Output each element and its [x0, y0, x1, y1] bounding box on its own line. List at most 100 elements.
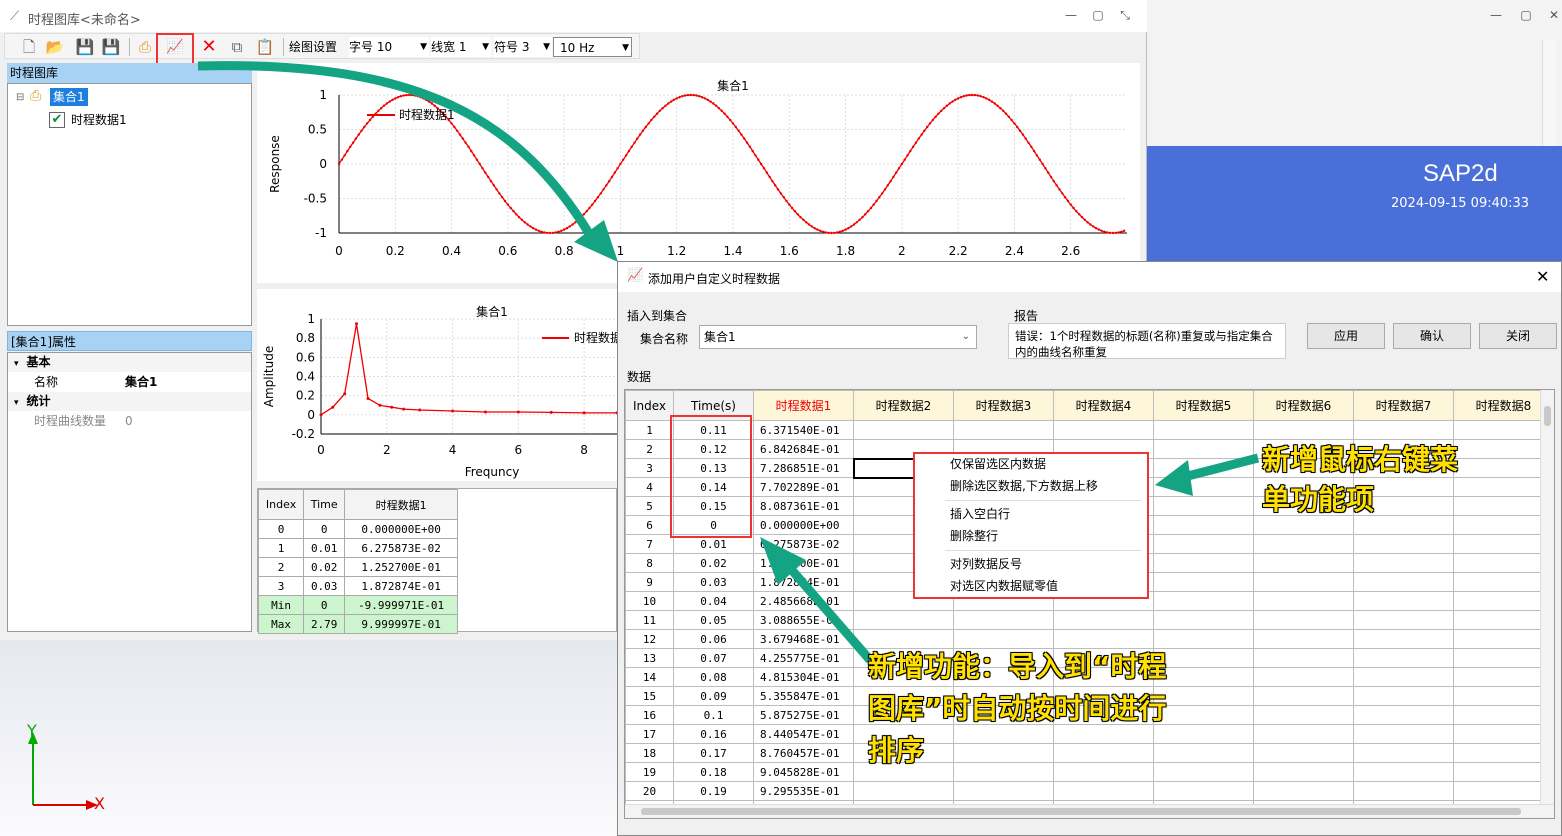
cell[interactable]: 7.286851E-01 — [753, 458, 854, 478]
cell[interactable]: 17 — [625, 724, 674, 744]
cell[interactable] — [1353, 781, 1454, 801]
cell[interactable]: 0.1 — [673, 705, 754, 725]
cell[interactable]: 0.16 — [673, 724, 754, 744]
cell[interactable]: 0.17 — [673, 743, 754, 763]
cell[interactable]: 0.04 — [673, 591, 754, 611]
tree-item-series[interactable]: 时程数据1 — [71, 111, 127, 128]
cell[interactable]: 5.875275E-01 — [753, 705, 854, 725]
cell[interactable]: 8.087361E-01 — [753, 496, 854, 516]
cell[interactable]: 6 — [625, 515, 674, 535]
cell[interactable] — [1453, 667, 1554, 687]
cell[interactable] — [1253, 629, 1354, 649]
cell[interactable] — [1253, 610, 1354, 630]
table-row[interactable]: 0 0 0.000000E+00 — [257, 519, 458, 539]
cell[interactable] — [1453, 477, 1554, 497]
cell[interactable] — [1453, 572, 1554, 592]
column-header[interactable]: 时程数据1 — [753, 390, 854, 421]
checkbox-checked-icon[interactable]: ✔ — [49, 112, 65, 128]
cell[interactable]: 9.045828E-01 — [753, 762, 854, 782]
cell[interactable]: 4 — [625, 477, 674, 497]
cell[interactable] — [1153, 610, 1254, 630]
cell[interactable] — [1353, 553, 1454, 573]
restore-icon[interactable]: ▢ — [1084, 8, 1112, 22]
cell[interactable] — [1253, 534, 1354, 554]
frequency-select[interactable]: 10 Hz ▼ — [553, 37, 632, 57]
menu-zero-selection[interactable]: 对选区内数据赋零值 — [950, 576, 1058, 596]
column-header[interactable]: 时程数据5 — [1153, 390, 1254, 421]
symbol-select[interactable]: 符号 3 ▼ — [494, 37, 552, 57]
cell[interactable]: 12 — [625, 629, 674, 649]
model-view[interactable]: Y X — [0, 640, 617, 836]
cell[interactable]: 0.09 — [673, 686, 754, 706]
table-row[interactable]: 11 0.05 3.088655E-01 — [625, 610, 1554, 630]
cell[interactable] — [1153, 420, 1254, 440]
minimize-icon[interactable]: — — [1482, 8, 1510, 22]
cell[interactable] — [1053, 610, 1154, 630]
cell[interactable]: 9.295535E-01 — [753, 781, 854, 801]
cell[interactable]: 10 — [625, 591, 674, 611]
cell[interactable] — [1353, 762, 1454, 782]
cell[interactable] — [953, 781, 1054, 801]
tree-item-set[interactable]: 集合1 — [50, 88, 88, 106]
cell[interactable] — [1453, 439, 1554, 459]
cell[interactable] — [1353, 629, 1454, 649]
cell[interactable]: 4.815304E-01 — [753, 667, 854, 687]
cell[interactable] — [1453, 458, 1554, 478]
cell[interactable] — [1353, 534, 1454, 554]
cell[interactable] — [1153, 553, 1254, 573]
cell[interactable] — [953, 610, 1054, 630]
tree-expander-icon[interactable]: ⊟ — [16, 92, 24, 103]
column-header[interactable]: Index — [625, 390, 674, 421]
save-as-icon[interactable]: 💾 — [101, 37, 121, 57]
cell[interactable] — [1453, 553, 1554, 573]
cell[interactable]: 2 — [625, 439, 674, 459]
group-basic[interactable]: ▾ 基本 — [8, 353, 251, 372]
cell[interactable] — [1253, 553, 1354, 573]
cell[interactable]: 14 — [625, 667, 674, 687]
close-icon[interactable]: ✕ — [1540, 8, 1562, 22]
copy-icon[interactable]: ⧉ — [227, 37, 247, 57]
cell[interactable]: 8.440547E-01 — [753, 724, 854, 744]
cell[interactable] — [1453, 648, 1554, 668]
set-name-select[interactable]: 集合1 ⌄ — [699, 325, 977, 349]
cell[interactable]: 15 — [625, 686, 674, 706]
cell[interactable] — [1453, 686, 1554, 706]
table-row[interactable]: 20 0.19 9.295535E-01 — [625, 781, 1554, 801]
cell[interactable] — [1353, 686, 1454, 706]
cell[interactable]: 5 — [625, 496, 674, 516]
confirm-button[interactable]: 确认 — [1393, 323, 1471, 349]
close-button[interactable]: 关闭 — [1479, 323, 1557, 349]
cell[interactable] — [1453, 515, 1554, 535]
cell[interactable]: 6.371540E-01 — [753, 420, 854, 440]
close-icon[interactable]: ✕ — [1536, 267, 1549, 286]
menu-delete-row[interactable]: 删除整行 — [950, 526, 998, 546]
cell[interactable]: 18 — [625, 743, 674, 763]
cell[interactable] — [1453, 629, 1554, 649]
cell[interactable] — [1453, 724, 1554, 744]
cell[interactable]: 4.255775E-01 — [753, 648, 854, 668]
cell[interactable] — [1153, 572, 1254, 592]
add-set-icon[interactable]: ⎙ — [135, 37, 155, 57]
cell[interactable] — [1253, 705, 1354, 725]
cell[interactable] — [1453, 705, 1554, 725]
cell[interactable] — [1353, 724, 1454, 744]
close-icon[interactable]: ⤡ — [1111, 8, 1139, 23]
cell[interactable] — [1253, 743, 1354, 763]
cell[interactable] — [1253, 648, 1354, 668]
cell[interactable]: 5.355847E-01 — [753, 686, 854, 706]
cell[interactable] — [853, 610, 954, 630]
menu-delete-shift-up[interactable]: 删除选区数据,下方数据上移 — [950, 476, 1098, 496]
menu-negate-column[interactable]: 对列数据反号 — [950, 554, 1022, 574]
cell[interactable] — [1153, 534, 1254, 554]
cell[interactable]: 0.03 — [673, 572, 754, 592]
cell[interactable] — [1453, 610, 1554, 630]
font-size-select[interactable]: 字号 10 ▼ — [349, 37, 429, 57]
cell[interactable]: 0.19 — [673, 781, 754, 801]
menu-keep-selection[interactable]: 仅保留选区内数据 — [950, 454, 1046, 474]
cell[interactable]: 8 — [625, 553, 674, 573]
cell[interactable] — [1453, 781, 1554, 801]
cell[interactable] — [1453, 591, 1554, 611]
minimize-icon[interactable]: — — [1057, 8, 1085, 22]
cell[interactable]: 0.06 — [673, 629, 754, 649]
group-stats[interactable]: ▾ 统计 — [8, 392, 251, 411]
